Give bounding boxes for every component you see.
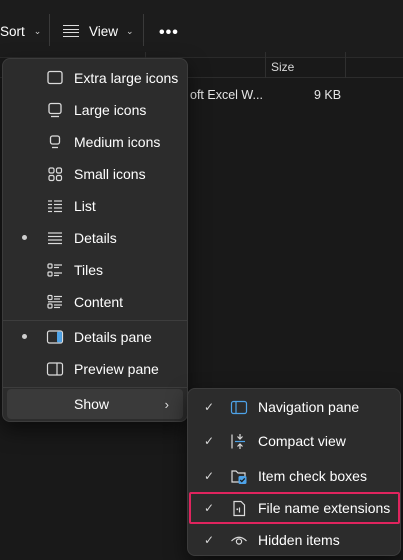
checkmark-icon: ✓ [204, 469, 215, 483]
menu-item-item-check-boxes[interactable]: ✓ Item check boxes [192, 461, 396, 491]
menu-item-tiles[interactable]: Tiles [7, 255, 183, 285]
chevron-down-icon: ⌄ [126, 25, 134, 36]
menu-item-label: Preview pane [74, 361, 159, 377]
compact-view-icon [231, 434, 245, 449]
menu-item-label: List [74, 198, 96, 214]
show-submenu: ✓ Navigation pane ✓ Compact view ✓ Item … [187, 388, 401, 556]
menu-item-compact-view[interactable]: ✓ Compact view [192, 426, 396, 456]
menu-item-label: Compact view [258, 433, 346, 449]
column-divider[interactable] [265, 52, 266, 78]
file-type-cell: oft Excel W... [190, 88, 263, 102]
menu-divider [3, 320, 187, 321]
menu-item-label: Details pane [74, 329, 152, 345]
menu-item-label: Item check boxes [258, 468, 367, 484]
chevron-down-icon: ⌄ [33, 25, 42, 36]
menu-item-content[interactable]: Content [7, 287, 183, 317]
toolbar-separator [49, 14, 50, 46]
menu-item-label: Details [74, 230, 117, 246]
menu-item-label: Extra large icons [74, 70, 179, 86]
menu-divider [3, 387, 187, 388]
medium-icons-icon [49, 135, 61, 149]
menu-item-hidden-items[interactable]: ✓ Hidden items [192, 525, 396, 555]
more-options-button[interactable]: ••• [159, 21, 179, 45]
extra-large-icons-icon [47, 70, 63, 85]
menu-item-details[interactable]: Details [7, 223, 183, 253]
sort-label: Sort [0, 23, 25, 39]
menu-item-small-icons[interactable]: Small icons [7, 159, 183, 189]
toolbar-separator [143, 14, 144, 46]
view-label: View [89, 23, 119, 39]
menu-item-extra-large-icons[interactable]: Extra large icons [7, 63, 183, 93]
highlight-annotation [189, 492, 400, 524]
view-menu: Extra large icons Large icons Medium ico… [2, 58, 188, 422]
menu-item-label: Medium icons [74, 134, 161, 150]
selected-bullet-icon [22, 334, 27, 339]
size-column-header[interactable]: Size [271, 60, 294, 74]
list-icon [48, 200, 62, 213]
navigation-pane-icon [230, 400, 248, 415]
menu-item-large-icons[interactable]: Large icons [7, 95, 183, 125]
chevron-right-icon: › [164, 396, 169, 412]
tiles-icon [47, 263, 62, 277]
eye-icon [231, 536, 247, 545]
command-bar: Sort ⌄ View ⌄ ••• [0, 0, 403, 58]
checkmark-icon: ✓ [204, 434, 215, 448]
view-button[interactable]: View ⌄ [63, 19, 134, 43]
menu-item-label: Content [74, 294, 124, 310]
menu-item-medium-icons[interactable]: Medium icons [7, 127, 183, 157]
menu-item-label: Show [74, 396, 110, 412]
file-explorer-window: Sort ⌄ View ⌄ ••• Size oft Excel W... 9 … [0, 0, 403, 560]
view-lines-icon [63, 25, 79, 37]
content-icon [47, 294, 62, 309]
details-icon [48, 232, 62, 245]
menu-item-label: Small icons [74, 166, 146, 182]
preview-pane-icon [46, 362, 64, 376]
details-pane-icon [46, 330, 64, 344]
menu-item-navigation-pane[interactable]: ✓ Navigation pane [192, 392, 396, 422]
small-icons-icon [48, 167, 63, 182]
menu-item-label: Large icons [74, 102, 147, 118]
large-icons-icon [48, 102, 62, 118]
menu-item-details-pane[interactable]: Details pane [7, 322, 183, 352]
menu-item-label: Tiles [74, 262, 104, 278]
checkmark-icon: ✓ [204, 400, 215, 414]
menu-item-label: Hidden items [258, 532, 340, 548]
menu-item-label: Navigation pane [258, 399, 360, 415]
more-icon: ••• [159, 24, 179, 41]
menu-item-preview-pane[interactable]: Preview pane [7, 354, 183, 384]
item-check-boxes-icon [231, 470, 247, 484]
column-divider[interactable] [345, 52, 346, 78]
checkmark-icon: ✓ [204, 533, 215, 547]
menu-item-list[interactable]: List [7, 191, 183, 221]
menu-item-show[interactable]: Show › [7, 389, 183, 419]
sort-button[interactable]: Sort ⌄ [0, 19, 41, 43]
selected-bullet-icon [22, 235, 27, 240]
file-size-cell: 9 KB [314, 88, 342, 102]
